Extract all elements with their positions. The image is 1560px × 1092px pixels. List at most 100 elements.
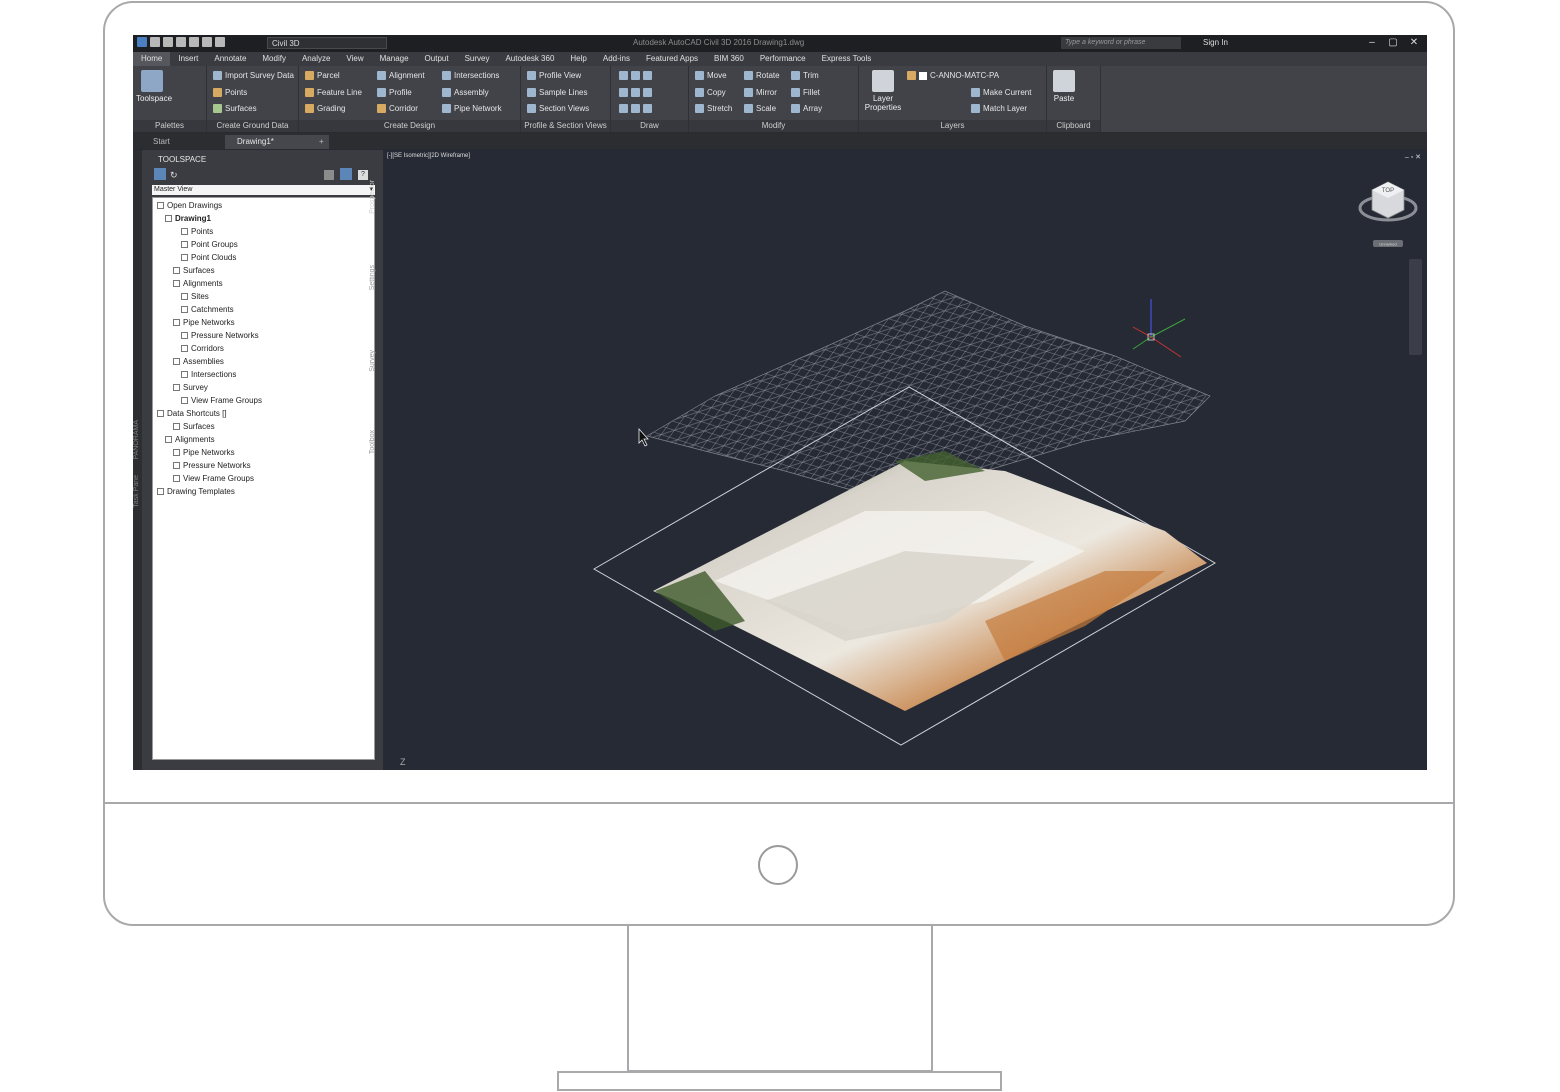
tab-toolbox[interactable]: Toolbox	[369, 430, 382, 454]
tree-item-open-drawings[interactable]: Open Drawings	[157, 201, 222, 210]
trim-button[interactable]: Trim	[791, 71, 819, 80]
section-views-button[interactable]: Section Views	[527, 104, 589, 113]
undo-icon[interactable]	[202, 37, 212, 47]
open-icon[interactable]	[163, 37, 173, 47]
app-menu-icon[interactable]	[137, 37, 147, 47]
tree-item-pressure-networks[interactable]: Pressure Networks	[181, 331, 259, 340]
viewcube[interactable]: TOP Unnamed	[1358, 178, 1418, 254]
panel-title-profile-section-views[interactable]: Profile & Section Views	[521, 120, 610, 132]
print-icon[interactable]	[189, 37, 199, 47]
tab-bim-360[interactable]: BIM 360	[706, 52, 752, 66]
refresh-icon[interactable]: ↻	[170, 170, 178, 181]
close-icon[interactable]: ✕	[1405, 36, 1423, 50]
assembly-button[interactable]: Assembly	[442, 88, 489, 97]
rotate-button[interactable]: Rotate	[744, 71, 780, 80]
surfaces-button[interactable]: Surfaces	[213, 104, 257, 113]
tree-item-pipe-networks[interactable]: Pipe Networks	[173, 318, 235, 327]
make-current-button[interactable]: Make Current	[971, 88, 1031, 97]
orthophoto-terrain[interactable]	[653, 451, 1207, 711]
tree-item-drawing-templates[interactable]: Drawing Templates	[157, 487, 235, 496]
tree-item-shortcut-pipe-networks[interactable]: Pipe Networks	[173, 448, 235, 457]
tree-item-point-groups[interactable]: Point Groups	[181, 240, 238, 249]
scale-button[interactable]: Scale	[744, 104, 776, 113]
corridor-button[interactable]: Corridor	[377, 104, 418, 113]
toolspace-button[interactable]: Toolspace	[136, 70, 172, 103]
save-icon[interactable]	[176, 37, 186, 47]
tree-item-view-frame-groups[interactable]: View Frame Groups	[181, 396, 262, 405]
panorama-label[interactable]: PANORAMA	[133, 420, 140, 460]
tab-analyze[interactable]: Analyze	[294, 52, 338, 66]
tree-item-survey[interactable]: Survey	[173, 383, 208, 392]
tree-item-shortcut-surfaces[interactable]: Surfaces	[173, 422, 215, 431]
array-button[interactable]: Array	[791, 104, 822, 113]
tree-item-alignments[interactable]: Alignments	[173, 279, 223, 288]
tab-drawing1[interactable]: Drawing1*	[225, 135, 329, 149]
tab-home[interactable]: Home	[133, 52, 171, 66]
panel-title-palettes[interactable]: Palettes	[133, 120, 206, 132]
profile-view-button[interactable]: Profile View	[527, 71, 581, 80]
fillet-button[interactable]: Fillet	[791, 88, 820, 97]
tree-item-corridors[interactable]: Corridors	[181, 344, 224, 353]
task-pane-label[interactable]: Task Pane	[133, 475, 140, 508]
tab-survey-vertical[interactable]: Survey	[369, 350, 382, 372]
tree-item-shortcut-alignments[interactable]: Alignments	[165, 435, 215, 444]
sign-in-button[interactable]: Sign In	[1203, 38, 1228, 47]
tree-item-drawing1[interactable]: Drawing1	[165, 214, 211, 223]
pipe-network-button[interactable]: Pipe Network	[442, 104, 502, 113]
tree-item-sites[interactable]: Sites	[181, 292, 209, 301]
tab-settings-vertical[interactable]: Settings	[369, 265, 382, 290]
mirror-button[interactable]: Mirror	[744, 88, 777, 97]
intersections-button[interactable]: Intersections	[442, 71, 499, 80]
minimize-icon[interactable]: –	[1363, 36, 1381, 50]
workspace-dropdown[interactable]: Civil 3D	[267, 37, 387, 49]
item-view-icon[interactable]	[324, 170, 334, 180]
panel-title-create-design[interactable]: Create Design	[299, 120, 520, 132]
tab-annotate[interactable]: Annotate	[206, 52, 254, 66]
help-icon[interactable]: ?	[358, 170, 368, 180]
search-input[interactable]: Type a keyword or phrase	[1061, 37, 1181, 49]
tree-item-intersections[interactable]: Intersections	[181, 370, 236, 379]
navigation-bar[interactable]	[1409, 259, 1422, 355]
tab-featured-apps[interactable]: Featured Apps	[638, 52, 706, 66]
redo-icon[interactable]	[215, 37, 225, 47]
list-view-icon[interactable]	[340, 168, 352, 180]
stretch-button[interactable]: Stretch	[695, 104, 732, 113]
circle-tool[interactable]	[619, 88, 652, 97]
new-tab-icon[interactable]: +	[315, 135, 328, 149]
tab-help[interactable]: Help	[562, 52, 594, 66]
panel-title-modify[interactable]: Modify	[689, 120, 858, 132]
tree-item-surfaces[interactable]: Surfaces	[173, 266, 215, 275]
line-tool[interactable]	[619, 71, 652, 80]
alignment-button[interactable]: Alignment	[377, 71, 425, 80]
tab-performance[interactable]: Performance	[752, 52, 814, 66]
drawing-viewport[interactable]: [-][SE Isometric][2D Wireframe] – ▫ ✕ TO…	[385, 151, 1427, 770]
import-survey-data-button[interactable]: Import Survey Data	[213, 71, 294, 80]
panel-title-clipboard[interactable]: Clipboard	[1047, 120, 1100, 132]
panel-title-draw[interactable]: Draw	[611, 120, 688, 132]
tree-item-data-shortcuts[interactable]: Data Shortcuts []	[157, 409, 227, 418]
sample-lines-button[interactable]: Sample Lines	[527, 88, 587, 97]
panel-title-layers[interactable]: Layers	[859, 120, 1046, 132]
tab-insert[interactable]: Insert	[170, 52, 206, 66]
move-button[interactable]: Move	[695, 71, 727, 80]
tab-manage[interactable]: Manage	[372, 52, 417, 66]
tab-add-ins[interactable]: Add-ins	[595, 52, 638, 66]
new-icon[interactable]	[150, 37, 160, 47]
tab-start[interactable]: Start	[141, 135, 182, 149]
ellipse-tool[interactable]	[619, 104, 652, 113]
viewcube-icon[interactable]: TOP Unnamed	[1358, 178, 1418, 252]
paste-button[interactable]: Paste	[1051, 70, 1077, 103]
panel-title-create-ground-data[interactable]: Create Ground Data	[207, 120, 298, 132]
grading-button[interactable]: Grading	[305, 104, 345, 113]
maximize-icon[interactable]: ▢	[1384, 36, 1402, 50]
copy-button[interactable]: Copy	[695, 88, 726, 97]
tab-modify[interactable]: Modify	[254, 52, 294, 66]
profile-button[interactable]: Profile	[377, 88, 412, 97]
tree-item-points[interactable]: Points	[181, 227, 213, 236]
tree-item-shortcut-pressure-networks[interactable]: Pressure Networks	[173, 461, 251, 470]
tree-item-point-clouds[interactable]: Point Clouds	[181, 253, 236, 262]
feature-line-button[interactable]: Feature Line	[305, 88, 362, 97]
tree-item-assemblies[interactable]: Assemblies	[173, 357, 224, 366]
tab-express-tools[interactable]: Express Tools	[814, 52, 880, 66]
toggle-view-icon[interactable]	[154, 168, 166, 180]
